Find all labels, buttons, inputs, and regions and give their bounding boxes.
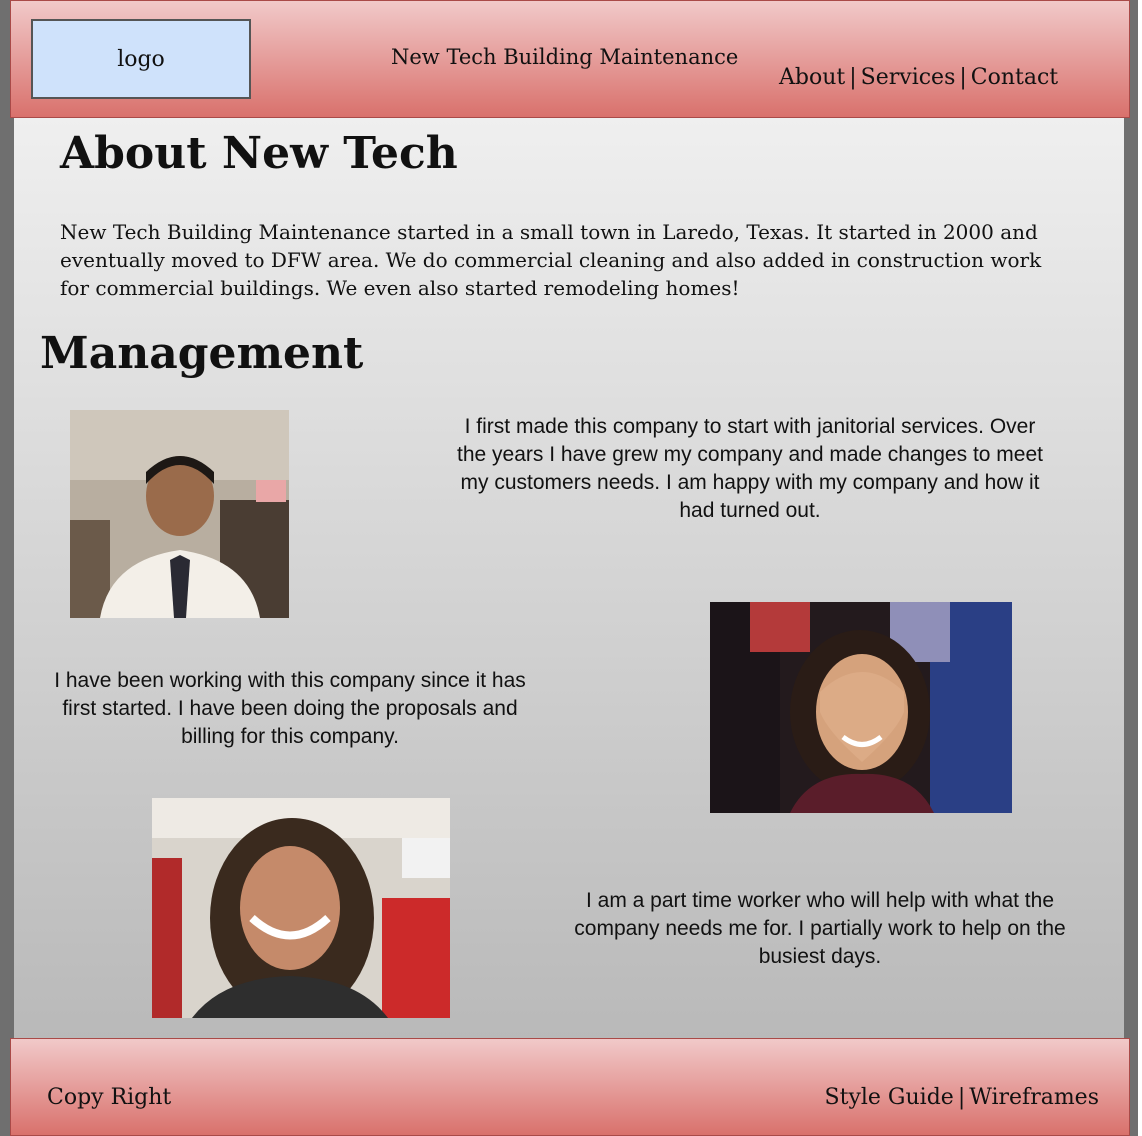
footer-separator: | — [957, 1085, 966, 1110]
site-footer: Copy Right Style Guide | Wireframes — [10, 1038, 1130, 1136]
main-content: About New Tech New Tech Building Mainten… — [14, 118, 1124, 1040]
manager-photo-2 — [710, 602, 1012, 813]
nav-separator: | — [849, 65, 857, 90]
nav-link-services[interactable]: Services — [861, 65, 956, 90]
about-heading: About New Tech — [60, 128, 458, 179]
footer-link-wireframes[interactable]: Wireframes — [969, 1085, 1099, 1110]
nav-separator: | — [959, 65, 967, 90]
site-title: New Tech Building Maintenance — [391, 45, 739, 69]
footer-link-style-guide[interactable]: Style Guide — [825, 1085, 954, 1110]
about-paragraph: New Tech Building Maintenance started in… — [60, 220, 1042, 300]
copyright-text: Copy Right — [47, 1085, 172, 1110]
manager-photo-1 — [70, 410, 289, 618]
nav-link-about[interactable]: About — [779, 65, 845, 90]
manager-bio-3: I am a part time worker who will help wi… — [574, 889, 1066, 968]
footer-nav: Style Guide | Wireframes — [825, 1085, 1099, 1110]
nav-link-contact[interactable]: Contact — [971, 65, 1058, 90]
management-heading: Management — [40, 328, 364, 379]
top-nav: About | Services | Contact — [779, 65, 1058, 90]
site-header: logo New Tech Building Maintenance About… — [10, 0, 1130, 118]
logo-text: logo — [117, 46, 165, 72]
manager-bio-2: I have been working with this company si… — [54, 669, 526, 748]
manager-bio-1: I first made this company to start with … — [457, 415, 1043, 522]
logo[interactable]: logo — [31, 19, 251, 99]
manager-photo-3 — [152, 798, 450, 1018]
